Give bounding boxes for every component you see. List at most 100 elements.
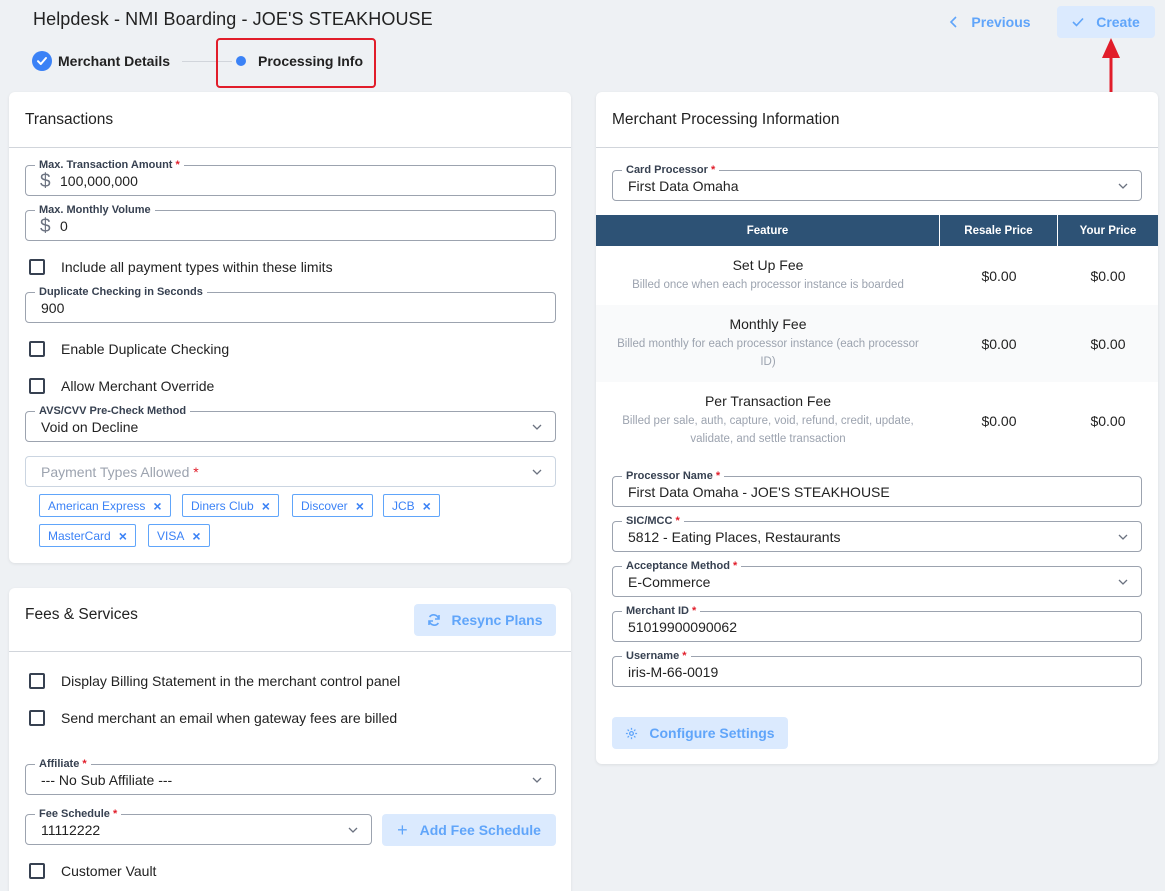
field-label: AVS/CVV Pre-Check Method <box>35 405 191 417</box>
refresh-icon <box>428 614 441 626</box>
your-price: $0.00 <box>1090 412 1126 429</box>
display-billing-statement-checkbox[interactable]: Display Billing Statement in the merchan… <box>29 673 400 689</box>
include-all-payment-types-checkbox[interactable]: Include all payment types within these l… <box>29 259 333 275</box>
tag-american-express[interactable]: American Express × <box>39 494 171 517</box>
tag-label: Discover <box>301 498 348 513</box>
close-icon[interactable]: × <box>192 528 200 544</box>
chevron-down-icon <box>348 827 358 833</box>
chevron-down-icon <box>532 777 542 783</box>
field-label: Merchant ID <box>626 605 689 617</box>
column-header: Your Price <box>1079 224 1137 237</box>
chevron-left-icon <box>950 16 957 28</box>
plus-icon: + <box>397 819 408 840</box>
resync-plans-button[interactable]: Resync Plans <box>414 604 556 636</box>
send-email-checkbox[interactable]: Send merchant an email when gateway fees… <box>29 710 397 726</box>
field-value: 51019900090062 <box>628 619 738 635</box>
table-row: Set Up Fee Billed once when each processo… <box>596 246 1158 305</box>
duplicate-checking-seconds-field[interactable]: Duplicate Checking in Seconds 900 <box>25 286 556 323</box>
sic-mcc-select[interactable]: SIC/MCC * 5812 - Eating Places, Restaura… <box>612 515 1142 552</box>
close-icon[interactable]: × <box>356 498 364 514</box>
fee-name: Per Transaction Fee <box>704 393 832 409</box>
resync-label: Resync Plans <box>451 612 543 628</box>
chevron-down-icon <box>1118 534 1128 540</box>
close-icon[interactable]: × <box>119 528 127 544</box>
configure-settings-button[interactable]: Configure Settings <box>612 717 788 749</box>
fee-description: Billed monthly for each processor instan… <box>617 338 919 368</box>
processor-name-field[interactable]: Processor Name * First Data Omaha - JOE'… <box>612 470 1142 507</box>
tag-mastercard[interactable]: MasterCard × <box>39 524 136 547</box>
field-label: Username <box>626 650 680 662</box>
step-merchant-details[interactable]: Merchant Details <box>32 48 170 74</box>
checkbox-box[interactable] <box>29 710 45 726</box>
field-placeholder: Payment Types Allowed <box>41 464 190 480</box>
checkbox-label: Allow Merchant Override <box>61 378 215 394</box>
merchant-id-field[interactable]: Merchant ID * 51019900090062 <box>612 605 1142 642</box>
field-label: SIC/MCC <box>626 515 673 527</box>
tag-visa[interactable]: VISA × <box>148 524 210 547</box>
annotation-highlight-box <box>216 38 376 88</box>
chevron-down-icon <box>532 424 542 430</box>
checkbox-box[interactable] <box>29 259 45 275</box>
check-icon <box>1072 17 1084 27</box>
max-transaction-amount-field[interactable]: Max. Transaction Amount * $ 100,000,000 <box>25 159 556 196</box>
resale-price: $0.00 <box>981 267 1017 284</box>
max-monthly-volume-field[interactable]: Max. Monthly Volume $ 0 <box>25 204 556 241</box>
field-value: 5812 - Eating Places, Restaurants <box>628 529 841 545</box>
close-icon[interactable]: × <box>262 498 270 514</box>
checkbox-box[interactable] <box>29 378 45 394</box>
checkbox-box[interactable] <box>29 673 45 689</box>
create-button[interactable]: Create <box>1057 6 1155 38</box>
field-value: iris-M-66-0019 <box>628 664 719 680</box>
tag-label: Diners Club <box>191 498 254 513</box>
checkbox-label: Display Billing Statement in the merchan… <box>61 673 401 689</box>
your-price: $0.00 <box>1090 335 1126 352</box>
field-value: E-Commerce <box>628 574 711 590</box>
tag-discover[interactable]: Discover × <box>292 494 373 517</box>
table-row: Per Transaction Fee Billed per sale, auth… <box>596 382 1158 459</box>
previous-button[interactable]: Previous <box>941 7 1039 37</box>
tag-diners-club[interactable]: Diners Club × <box>182 494 279 517</box>
fee-name: Monthly Fee <box>729 316 807 332</box>
field-value: Void on Decline <box>41 419 139 435</box>
username-field[interactable]: Username * iris-M-66-0019 <box>612 650 1142 687</box>
chevron-down-icon <box>1118 183 1128 189</box>
fee-schedule-select[interactable]: Fee Schedule * 11112222 <box>25 808 372 845</box>
fees-title: Fees & Services <box>25 605 138 623</box>
field-value: 900 <box>41 300 65 316</box>
add-fee-schedule-button[interactable]: + Add Fee Schedule <box>382 814 556 846</box>
acceptance-method-select[interactable]: Acceptance Method * E-Commerce <box>612 560 1142 597</box>
affiliate-select[interactable]: Affiliate * --- No Sub Affiliate --- <box>25 758 556 795</box>
customer-vault-checkbox[interactable]: Customer Vault <box>29 863 156 879</box>
resale-price: $0.00 <box>981 335 1017 352</box>
table-row: Monthly Fee Billed monthly for each proce… <box>596 305 1158 382</box>
field-label: Max. Transaction Amount <box>39 159 173 171</box>
merchant-processing-card: Merchant Processing Information Card Pro… <box>596 92 1158 764</box>
resale-price: $0.00 <box>981 412 1017 429</box>
field-label: Acceptance Method <box>626 560 730 572</box>
enable-duplicate-checking-checkbox[interactable]: Enable Duplicate Checking <box>29 341 229 357</box>
tag-jcb[interactable]: JCB × <box>383 494 440 517</box>
fee-table-header: Feature Resale Price Your Price <box>596 215 1158 246</box>
checkbox-label: Send merchant an email when gateway fees… <box>61 710 398 726</box>
allow-merchant-override-checkbox[interactable]: Allow Merchant Override <box>29 378 214 394</box>
checkbox-label: Enable Duplicate Checking <box>61 341 230 357</box>
check-icon <box>32 51 52 71</box>
checkbox-box[interactable] <box>29 341 45 357</box>
chevron-down-icon <box>1118 579 1128 585</box>
field-label: Processor Name <box>626 470 713 482</box>
field-value: 11112222 <box>41 822 101 838</box>
step-label: Merchant Details <box>58 53 171 69</box>
tag-label: JCB <box>392 498 415 513</box>
field-value: 100,000,000 <box>60 173 138 189</box>
checkbox-box[interactable] <box>29 863 45 879</box>
card-processor-select[interactable]: Card Processor * First Data Omaha <box>612 164 1142 201</box>
payment-types-select[interactable]: Payment Types Allowed * <box>25 456 556 487</box>
close-icon[interactable]: × <box>153 498 161 514</box>
avs-cvv-method-select[interactable]: AVS/CVV Pre-Check Method Void on Decline <box>25 405 556 442</box>
field-value: --- No Sub Affiliate --- <box>41 772 173 788</box>
create-label: Create <box>1096 14 1140 30</box>
fee-description: Billed once when each processor instance… <box>632 279 904 291</box>
close-icon[interactable]: × <box>423 498 431 514</box>
tag-label: American Express <box>48 498 146 513</box>
fees-services-card: Fees & Services Resync Plans Display Bil… <box>9 588 571 891</box>
